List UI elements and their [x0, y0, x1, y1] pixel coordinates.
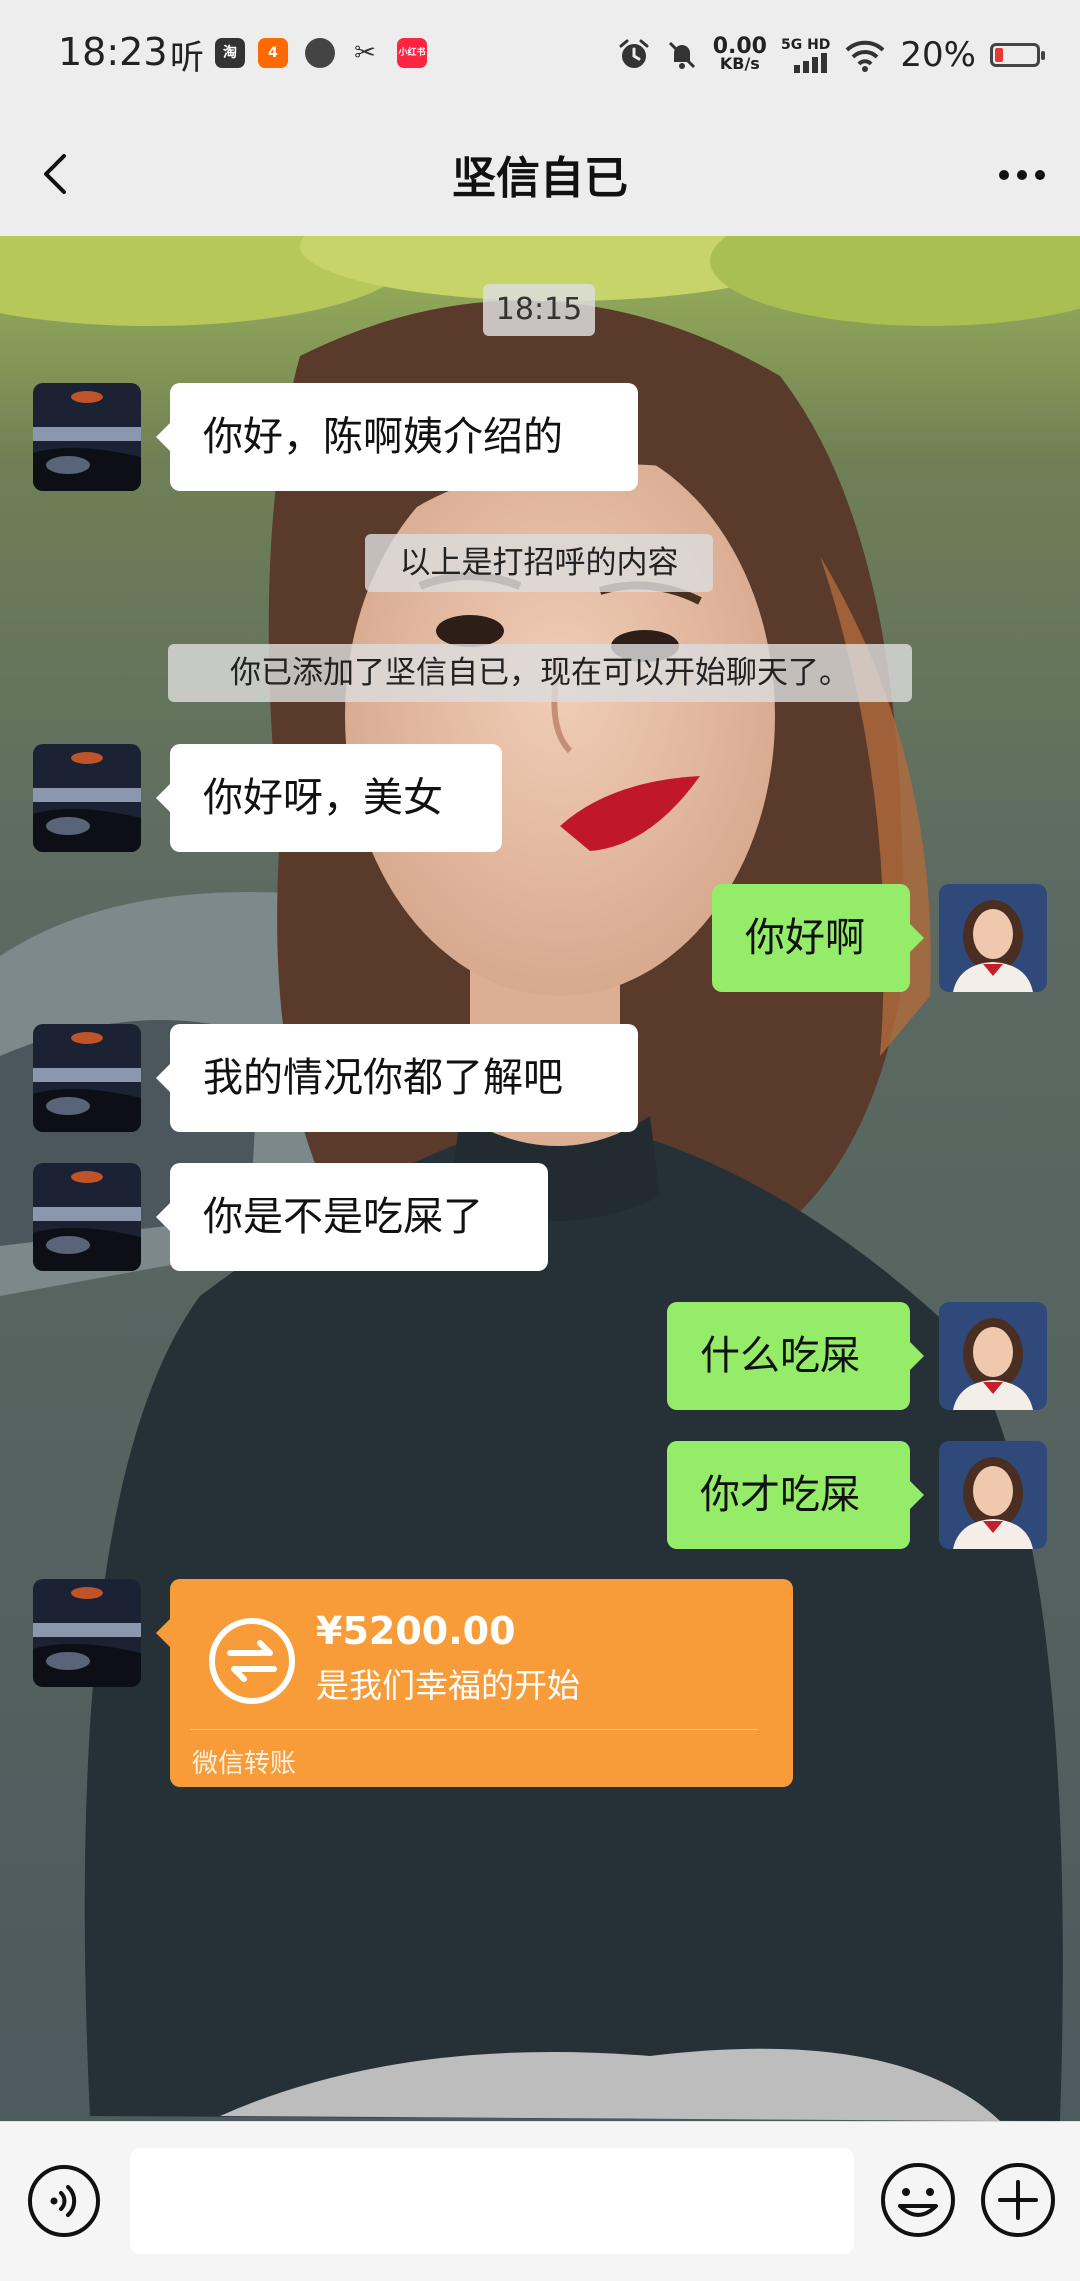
- incoming-message[interactable]: 你好呀，美女: [156, 744, 502, 852]
- signal-bars-icon: [794, 53, 828, 73]
- status-time: 18:23: [58, 30, 168, 74]
- plus-icon[interactable]: [978, 2160, 1058, 2240]
- contact-avatar[interactable]: [33, 744, 141, 852]
- wifi-icon: [846, 40, 885, 72]
- system-message: 以上是打招呼的内容: [365, 534, 713, 592]
- transfer-note: 是我们幸福的开始: [316, 1666, 580, 1705]
- signal-strength: 5G HD: [781, 37, 830, 73]
- more-options-icon[interactable]: [992, 150, 1052, 200]
- contact-avatar-image: [33, 1163, 141, 1271]
- my-avatar-image: [939, 884, 1047, 992]
- chat-header: 坚信自已: [0, 112, 1080, 236]
- incoming-message[interactable]: 你是不是吃屎了: [156, 1163, 548, 1271]
- transfer-icon: [209, 1618, 295, 1704]
- my-avatar[interactable]: [939, 1302, 1047, 1410]
- incoming-message[interactable]: 你好，陈啊姨介绍的: [156, 383, 638, 491]
- system-message: 你已添加了坚信自已，现在可以开始聊天了。: [168, 644, 912, 702]
- contact-avatar[interactable]: [33, 383, 141, 491]
- voice-icon[interactable]: [26, 2163, 102, 2239]
- xiaohongshu-app-icon: 小红书: [397, 38, 427, 68]
- contact-avatar[interactable]: [33, 1579, 141, 1687]
- app-notification-icon: [305, 38, 335, 68]
- status-indicators: 0.00 KB/s 5G HD 20%: [617, 30, 1045, 80]
- outgoing-message[interactable]: 你好啊: [712, 884, 924, 992]
- my-avatar-image: [939, 1302, 1047, 1410]
- battery-icon: [990, 43, 1045, 67]
- emoji-icon[interactable]: [878, 2160, 958, 2240]
- mute-bell-icon: [668, 41, 695, 69]
- contact-avatar-image: [33, 1579, 141, 1687]
- my-avatar-image: [939, 1441, 1047, 1549]
- taobao-app-icon: 淘: [215, 38, 245, 68]
- transfer-divider: [190, 1729, 757, 1730]
- my-avatar[interactable]: [939, 1441, 1047, 1549]
- tmall-app-icon: 4: [258, 38, 288, 68]
- transfer-label: 微信转账: [192, 1749, 297, 1779]
- contact-avatar[interactable]: [33, 1024, 141, 1132]
- ting-app-indicator: 听: [170, 38, 204, 78]
- transfer-card[interactable]: ¥5200.00 是我们幸福的开始 微信转账: [156, 1579, 793, 1787]
- incoming-message[interactable]: 我的情况你都了解吧: [156, 1024, 638, 1132]
- chat-title: 坚信自已: [452, 153, 628, 204]
- contact-avatar-image: [33, 744, 141, 852]
- transfer-amount: ¥5200.00: [316, 1609, 516, 1653]
- alarm-icon: [619, 39, 649, 68]
- my-avatar[interactable]: [939, 884, 1047, 992]
- message-input[interactable]: [130, 2148, 854, 2254]
- outgoing-message[interactable]: 你才吃屎: [667, 1441, 924, 1549]
- chat-timestamp: 18:15: [483, 284, 595, 336]
- status-bar: 18:23 听 淘 4 ✂ 小红书 0.00 KB/s 5G HD 20%: [0, 0, 1080, 112]
- contact-avatar-image: [33, 383, 141, 491]
- contact-avatar[interactable]: [33, 1163, 141, 1271]
- contact-avatar-image: [33, 1024, 141, 1132]
- app-notification-icon-2: ✂: [354, 38, 376, 68]
- battery-percent: 20%: [900, 35, 976, 75]
- input-bar: [0, 2121, 1080, 2281]
- outgoing-message[interactable]: 什么吃屎: [667, 1302, 924, 1410]
- net-speed: 0.00 KB/s: [712, 34, 767, 73]
